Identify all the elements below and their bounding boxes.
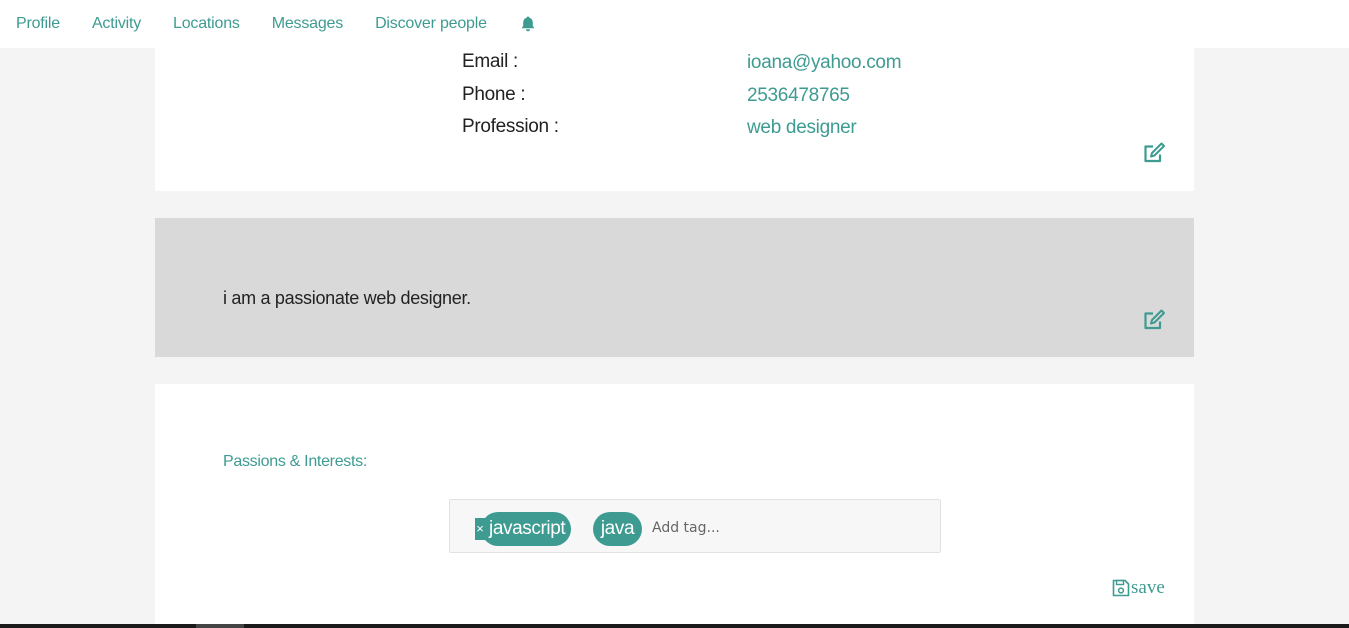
tag-javascript[interactable]: javascript	[481, 512, 571, 546]
email-value: ioana@yahoo.com	[747, 52, 902, 73]
about-text: i am a passionate web designer.	[223, 288, 471, 308]
tag-label: java	[600, 518, 635, 539]
email-label: Email :	[462, 51, 518, 72]
nav-discover-people[interactable]: Discover people	[375, 15, 487, 33]
tag-remove-icon[interactable]: ×	[475, 518, 485, 540]
passions-label: Passions & Interests:	[223, 453, 367, 470]
passions-card: Passions & Interests: javascript × java …	[155, 384, 1194, 628]
profession-label: Profession :	[462, 116, 559, 137]
edit-icon[interactable]	[1142, 141, 1166, 165]
profession-value: web designer	[747, 117, 857, 138]
about-card: i am a passionate web designer.	[155, 218, 1194, 357]
nav-profile[interactable]: Profile	[16, 15, 60, 33]
nav-locations[interactable]: Locations	[173, 15, 240, 33]
tag-label: javascript	[489, 518, 566, 539]
phone-label: Phone :	[462, 84, 526, 105]
save-label: save	[1131, 577, 1165, 598]
save-button[interactable]: save	[1112, 577, 1165, 599]
tag-java[interactable]: java	[593, 512, 642, 546]
floppy-disk-icon	[1112, 579, 1130, 597]
top-navbar: Profile Activity Locations Messages Disc…	[0, 0, 1349, 48]
contact-info-card: Email : ioana@yahoo.com Phone : 25364787…	[155, 48, 1194, 191]
nav-activity[interactable]: Activity	[92, 15, 141, 33]
nav-messages[interactable]: Messages	[272, 15, 344, 33]
bottom-scrollbar-thumb[interactable]	[196, 624, 244, 628]
tag-input-box[interactable]: javascript × java	[449, 499, 941, 553]
phone-value: 2536478765	[747, 85, 850, 106]
edit-icon[interactable]	[1142, 308, 1166, 332]
bell-icon[interactable]	[519, 15, 537, 33]
add-tag-input[interactable]	[650, 516, 914, 540]
